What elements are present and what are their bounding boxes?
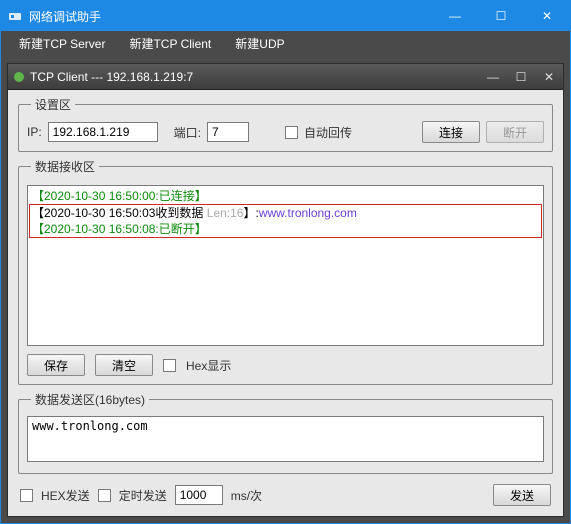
clear-button-label: 清空 — [112, 357, 136, 374]
receive-group: 数据接收区 【2020-10-30 16:50:00:已连接】 【2020-10… — [18, 158, 553, 385]
interval-unit: ms/次 — [231, 487, 262, 504]
log-text: 【2020-10-30 16:50:03收到数据 — [32, 206, 207, 220]
save-button-label: 保存 — [44, 357, 68, 374]
minimize-button[interactable]: — — [432, 1, 478, 31]
child-close-button[interactable]: ✕ — [535, 64, 563, 90]
hex-send-checkbox[interactable] — [20, 489, 33, 502]
outer-titlebar[interactable]: 网络调试助手 — ☐ ✕ — [1, 1, 570, 31]
save-button[interactable]: 保存 — [27, 354, 85, 376]
auto-return-checkbox[interactable] — [285, 126, 298, 139]
disconnect-button[interactable]: 断开 — [486, 121, 544, 143]
child-titlebar[interactable]: TCP Client --- 192.168.1.219:7 — ☐ ✕ — [8, 64, 563, 90]
interval-input[interactable] — [175, 485, 223, 505]
settings-group: 设置区 IP: 端口: 自动回传 连接 断开 — [18, 96, 553, 152]
receive-textarea[interactable]: 【2020-10-30 16:50:00:已连接】 【2020-10-30 16… — [27, 185, 544, 346]
log-highlight: 【2020-10-30 16:50:03收到数据 Len:16】:www.tro… — [29, 204, 542, 238]
port-label: 端口: — [174, 124, 201, 141]
send-button[interactable]: 发送 — [493, 484, 551, 506]
ip-label: IP: — [27, 125, 42, 139]
mdi-area: TCP Client --- 192.168.1.219:7 — ☐ ✕ 设置区… — [1, 57, 570, 523]
receive-legend: 数据接收区 — [31, 158, 99, 175]
app-title: 网络调试助手 — [29, 8, 432, 25]
send-textarea[interactable] — [27, 416, 544, 462]
settings-legend: 设置区 — [31, 96, 75, 113]
menu-new-udp[interactable]: 新建UDP — [223, 31, 296, 57]
log-line: 【2020-10-30 16:50:03收到数据 Len:16】:www.tro… — [32, 205, 539, 221]
status-dot-icon — [14, 72, 24, 82]
hex-send-label: HEX发送 — [41, 487, 90, 504]
send-button-label: 发送 — [510, 487, 534, 504]
connect-button-label: 连接 — [439, 124, 463, 141]
log-payload: www.tronlong.com — [259, 206, 357, 220]
log-line: 【2020-10-30 16:50:08:已断开】 — [32, 221, 539, 237]
menubar: 新建TCP Server 新建TCP Client 新建UDP — [1, 31, 570, 57]
menu-new-tcp-client[interactable]: 新建TCP Client — [117, 31, 223, 57]
log-line: 【2020-10-30 16:50:00:已连接】 — [32, 188, 539, 204]
send-legend: 数据发送区(16bytes) — [31, 391, 149, 408]
app-window: 网络调试助手 — ☐ ✕ 新建TCP Server 新建TCP Client 新… — [0, 0, 571, 524]
app-icon — [7, 8, 23, 24]
log-text: 】: — [243, 206, 258, 220]
auto-return-label: 自动回传 — [304, 124, 352, 141]
child-title: TCP Client --- 192.168.1.219:7 — [30, 70, 479, 84]
send-group: 数据发送区(16bytes) — [18, 391, 553, 474]
timed-send-checkbox[interactable] — [98, 489, 111, 502]
child-maximize-button[interactable]: ☐ — [507, 64, 535, 90]
maximize-button[interactable]: ☐ — [478, 1, 524, 31]
port-input[interactable] — [207, 122, 249, 142]
child-body: 设置区 IP: 端口: 自动回传 连接 断开 数 — [8, 90, 563, 516]
connect-button[interactable]: 连接 — [422, 121, 480, 143]
hex-display-label: Hex显示 — [186, 357, 231, 374]
clear-button[interactable]: 清空 — [95, 354, 153, 376]
child-minimize-button[interactable]: — — [479, 64, 507, 90]
log-len: Len:16 — [207, 206, 244, 220]
ip-input[interactable] — [48, 122, 158, 142]
timed-send-label: 定时发送 — [119, 487, 167, 504]
child-window: TCP Client --- 192.168.1.219:7 — ☐ ✕ 设置区… — [7, 63, 564, 517]
disconnect-button-label: 断开 — [503, 124, 527, 141]
send-controls: HEX发送 定时发送 ms/次 发送 — [18, 480, 553, 506]
hex-display-checkbox[interactable] — [163, 359, 176, 372]
close-button[interactable]: ✕ — [524, 1, 570, 31]
menu-new-tcp-server[interactable]: 新建TCP Server — [7, 31, 117, 57]
